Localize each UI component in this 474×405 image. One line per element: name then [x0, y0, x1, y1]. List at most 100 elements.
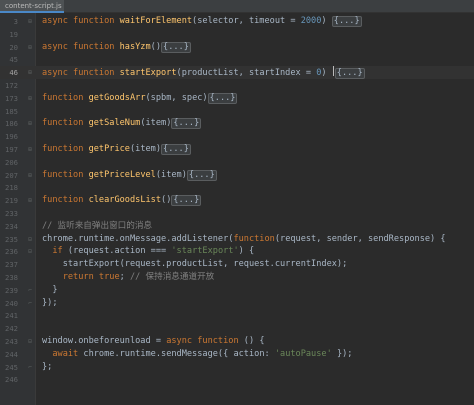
- code-line[interactable]: 246: [0, 373, 474, 386]
- code-text: await chrome.runtime.sendMessage({ actio…: [42, 348, 352, 361]
- code-token: startExport: [119, 68, 177, 79]
- code-line[interactable]: 240 ⌐});: [0, 297, 474, 310]
- editor-tab-bar: content-script.js: [0, 0, 474, 13]
- line-number: 238: [5, 273, 18, 282]
- code-line[interactable]: 20 ⊞ async function hasYzm() {...}: [0, 41, 474, 54]
- code-token: async function: [42, 68, 120, 79]
- code-text: // 监听来自弹出窗口的消息: [42, 220, 152, 233]
- code-token: // 监听来自弹出窗口的消息: [42, 220, 153, 231]
- fold-marker-icon[interactable]: ⊞: [26, 143, 34, 156]
- code-text: async function waitForElement(selector, …: [42, 15, 362, 28]
- code-line[interactable]: 197 ⊞ function getPrice(item) {...}: [0, 143, 474, 156]
- code-line[interactable]: 242: [0, 322, 474, 335]
- line-number: 46: [9, 68, 18, 78]
- code-token: clearGoodsList: [88, 195, 162, 206]
- code-token: // 保持消息通道开放: [129, 272, 215, 282]
- folded-code-button[interactable]: {...}: [161, 144, 191, 155]
- folded-code-button[interactable]: {...}: [161, 41, 191, 53]
- code-token: ;: [119, 272, 130, 282]
- code-text: startExport(request.productList, request…: [42, 258, 348, 271]
- code-token: function: [42, 92, 89, 103]
- fold-marker-icon[interactable]: ⊞: [26, 66, 34, 79]
- code-text: function getGoodsArr(spbm, spec) {...}: [42, 92, 238, 105]
- code-line[interactable]: 173 ⊞ function getGoodsArr(spbm, spec) {...…: [0, 92, 474, 105]
- fold-marker-icon[interactable]: ⊞: [26, 41, 34, 54]
- line-number: 233: [5, 209, 18, 218]
- tab-content-script[interactable]: content-script.js: [0, 0, 64, 13]
- code-token: getSaleNum: [88, 118, 141, 129]
- code-text: }: [42, 284, 58, 297]
- line-number: 241: [5, 311, 18, 321]
- code-token: await: [52, 348, 79, 359]
- fold-marker-icon[interactable]: ⌐: [26, 361, 34, 374]
- folded-code-button[interactable]: {...}: [171, 118, 202, 130]
- code-token: (request, sender, sendResponse) {: [274, 233, 446, 244]
- code-line[interactable]: 234 // 监听来自弹出窗口的消息: [0, 220, 474, 233]
- fold-marker-icon[interactable]: ⊟: [26, 233, 34, 246]
- code-line[interactable]: 219 ⊞ function clearGoodsList() {...}: [0, 194, 474, 207]
- code-line[interactable]: 243 ⊟ window.onbeforeunload = async functi…: [0, 335, 474, 348]
- line-number: 207: [5, 170, 18, 180]
- code-text: chrome.runtime.onMessage.addListener(fun…: [42, 233, 446, 246]
- folded-code-button[interactable]: {...}: [186, 169, 217, 181]
- fold-marker-icon[interactable]: ⊞: [26, 194, 34, 207]
- line-number: 218: [5, 183, 18, 193]
- line-number: 243: [5, 337, 18, 346]
- code-line[interactable]: 239 ⌐ }: [0, 284, 474, 297]
- code-token: function: [42, 195, 89, 206]
- folded-code-button[interactable]: {...}: [334, 68, 365, 80]
- code-line[interactable]: 19: [0, 28, 474, 41]
- code-token: hasYzm: [119, 41, 151, 52]
- code-token: if: [52, 246, 63, 257]
- fold-marker-icon[interactable]: ⊞: [26, 117, 34, 130]
- folded-code-button[interactable]: {...}: [207, 92, 238, 104]
- code-line[interactable]: 238 return true; // 保持消息通道开放: [0, 271, 474, 284]
- fold-marker-icon[interactable]: ⊞: [26, 92, 34, 105]
- code-line[interactable]: 186 ⊞ function getSaleNum(item) {...}: [0, 117, 474, 130]
- code-line[interactable]: 235 ⊟ chrome.runtime.onMessage.addListener…: [0, 233, 474, 246]
- folded-code-button[interactable]: {...}: [171, 195, 202, 207]
- code-line[interactable]: 45: [0, 53, 474, 66]
- fold-marker-icon[interactable]: ⌐: [26, 297, 34, 310]
- code-line[interactable]: 206: [0, 156, 474, 169]
- code-line[interactable]: 244 await chrome.runtime.sendMessage({ a…: [0, 348, 474, 361]
- code-token: () {: [238, 336, 265, 346]
- code-line[interactable]: 245 ⌐};: [0, 361, 474, 374]
- code-token: (): [161, 195, 172, 206]
- code-line[interactable]: 46 ⊞ async function startExport(productLis…: [0, 66, 474, 80]
- folded-code-button[interactable]: {...}: [331, 16, 362, 27]
- code-area[interactable]: 3 ⊞ async function waitForElement(selector…: [0, 13, 474, 405]
- code-token: }: [42, 284, 58, 295]
- fold-marker-icon[interactable]: ⌐: [26, 284, 34, 297]
- fold-marker-icon[interactable]: ⊟: [26, 245, 34, 258]
- code-token: async function: [42, 16, 120, 26]
- code-line[interactable]: 237 startExport(request.productList, req…: [0, 258, 474, 271]
- code-editor: content-script.js 3 ⊞ async function waitF…: [0, 0, 474, 405]
- code-token: (productList, startIndex =: [176, 68, 317, 79]
- code-token: ): [321, 68, 332, 79]
- code-token: return true: [62, 272, 120, 282]
- code-token: (request.action ===: [62, 246, 172, 257]
- code-text: function clearGoodsList() {...}: [42, 194, 202, 207]
- code-text: function getSaleNum(item) {...}: [42, 117, 202, 130]
- fold-marker-icon[interactable]: ⊞: [26, 15, 34, 28]
- fold-marker-icon[interactable]: ⊟: [26, 335, 34, 348]
- code-line[interactable]: 233: [0, 207, 474, 220]
- code-line[interactable]: 3 ⊞ async function waitForElement(selector…: [0, 15, 474, 28]
- code-token: getPrice: [88, 144, 130, 154]
- code-line[interactable]: 185: [0, 105, 474, 118]
- code-line[interactable]: 241: [0, 309, 474, 322]
- code-token: function: [42, 169, 89, 180]
- fold-marker-icon[interactable]: ⊞: [26, 169, 34, 182]
- code-line[interactable]: 236 ⊟ if (request.action === 'startExport…: [0, 245, 474, 258]
- line-number: 239: [5, 285, 18, 295]
- code-text: return true; // 保持消息通道开放: [42, 271, 215, 284]
- code-token: });: [331, 348, 353, 359]
- code-line[interactable]: 196: [0, 130, 474, 143]
- code-line[interactable]: 172: [0, 79, 474, 92]
- code-line[interactable]: 207 ⊞ function getPriceLevel(item) {...}: [0, 169, 474, 182]
- code-token: startExport(request.productList, request…: [42, 259, 348, 270]
- code-token: 2000: [300, 16, 322, 26]
- code-line[interactable]: 218: [0, 181, 474, 194]
